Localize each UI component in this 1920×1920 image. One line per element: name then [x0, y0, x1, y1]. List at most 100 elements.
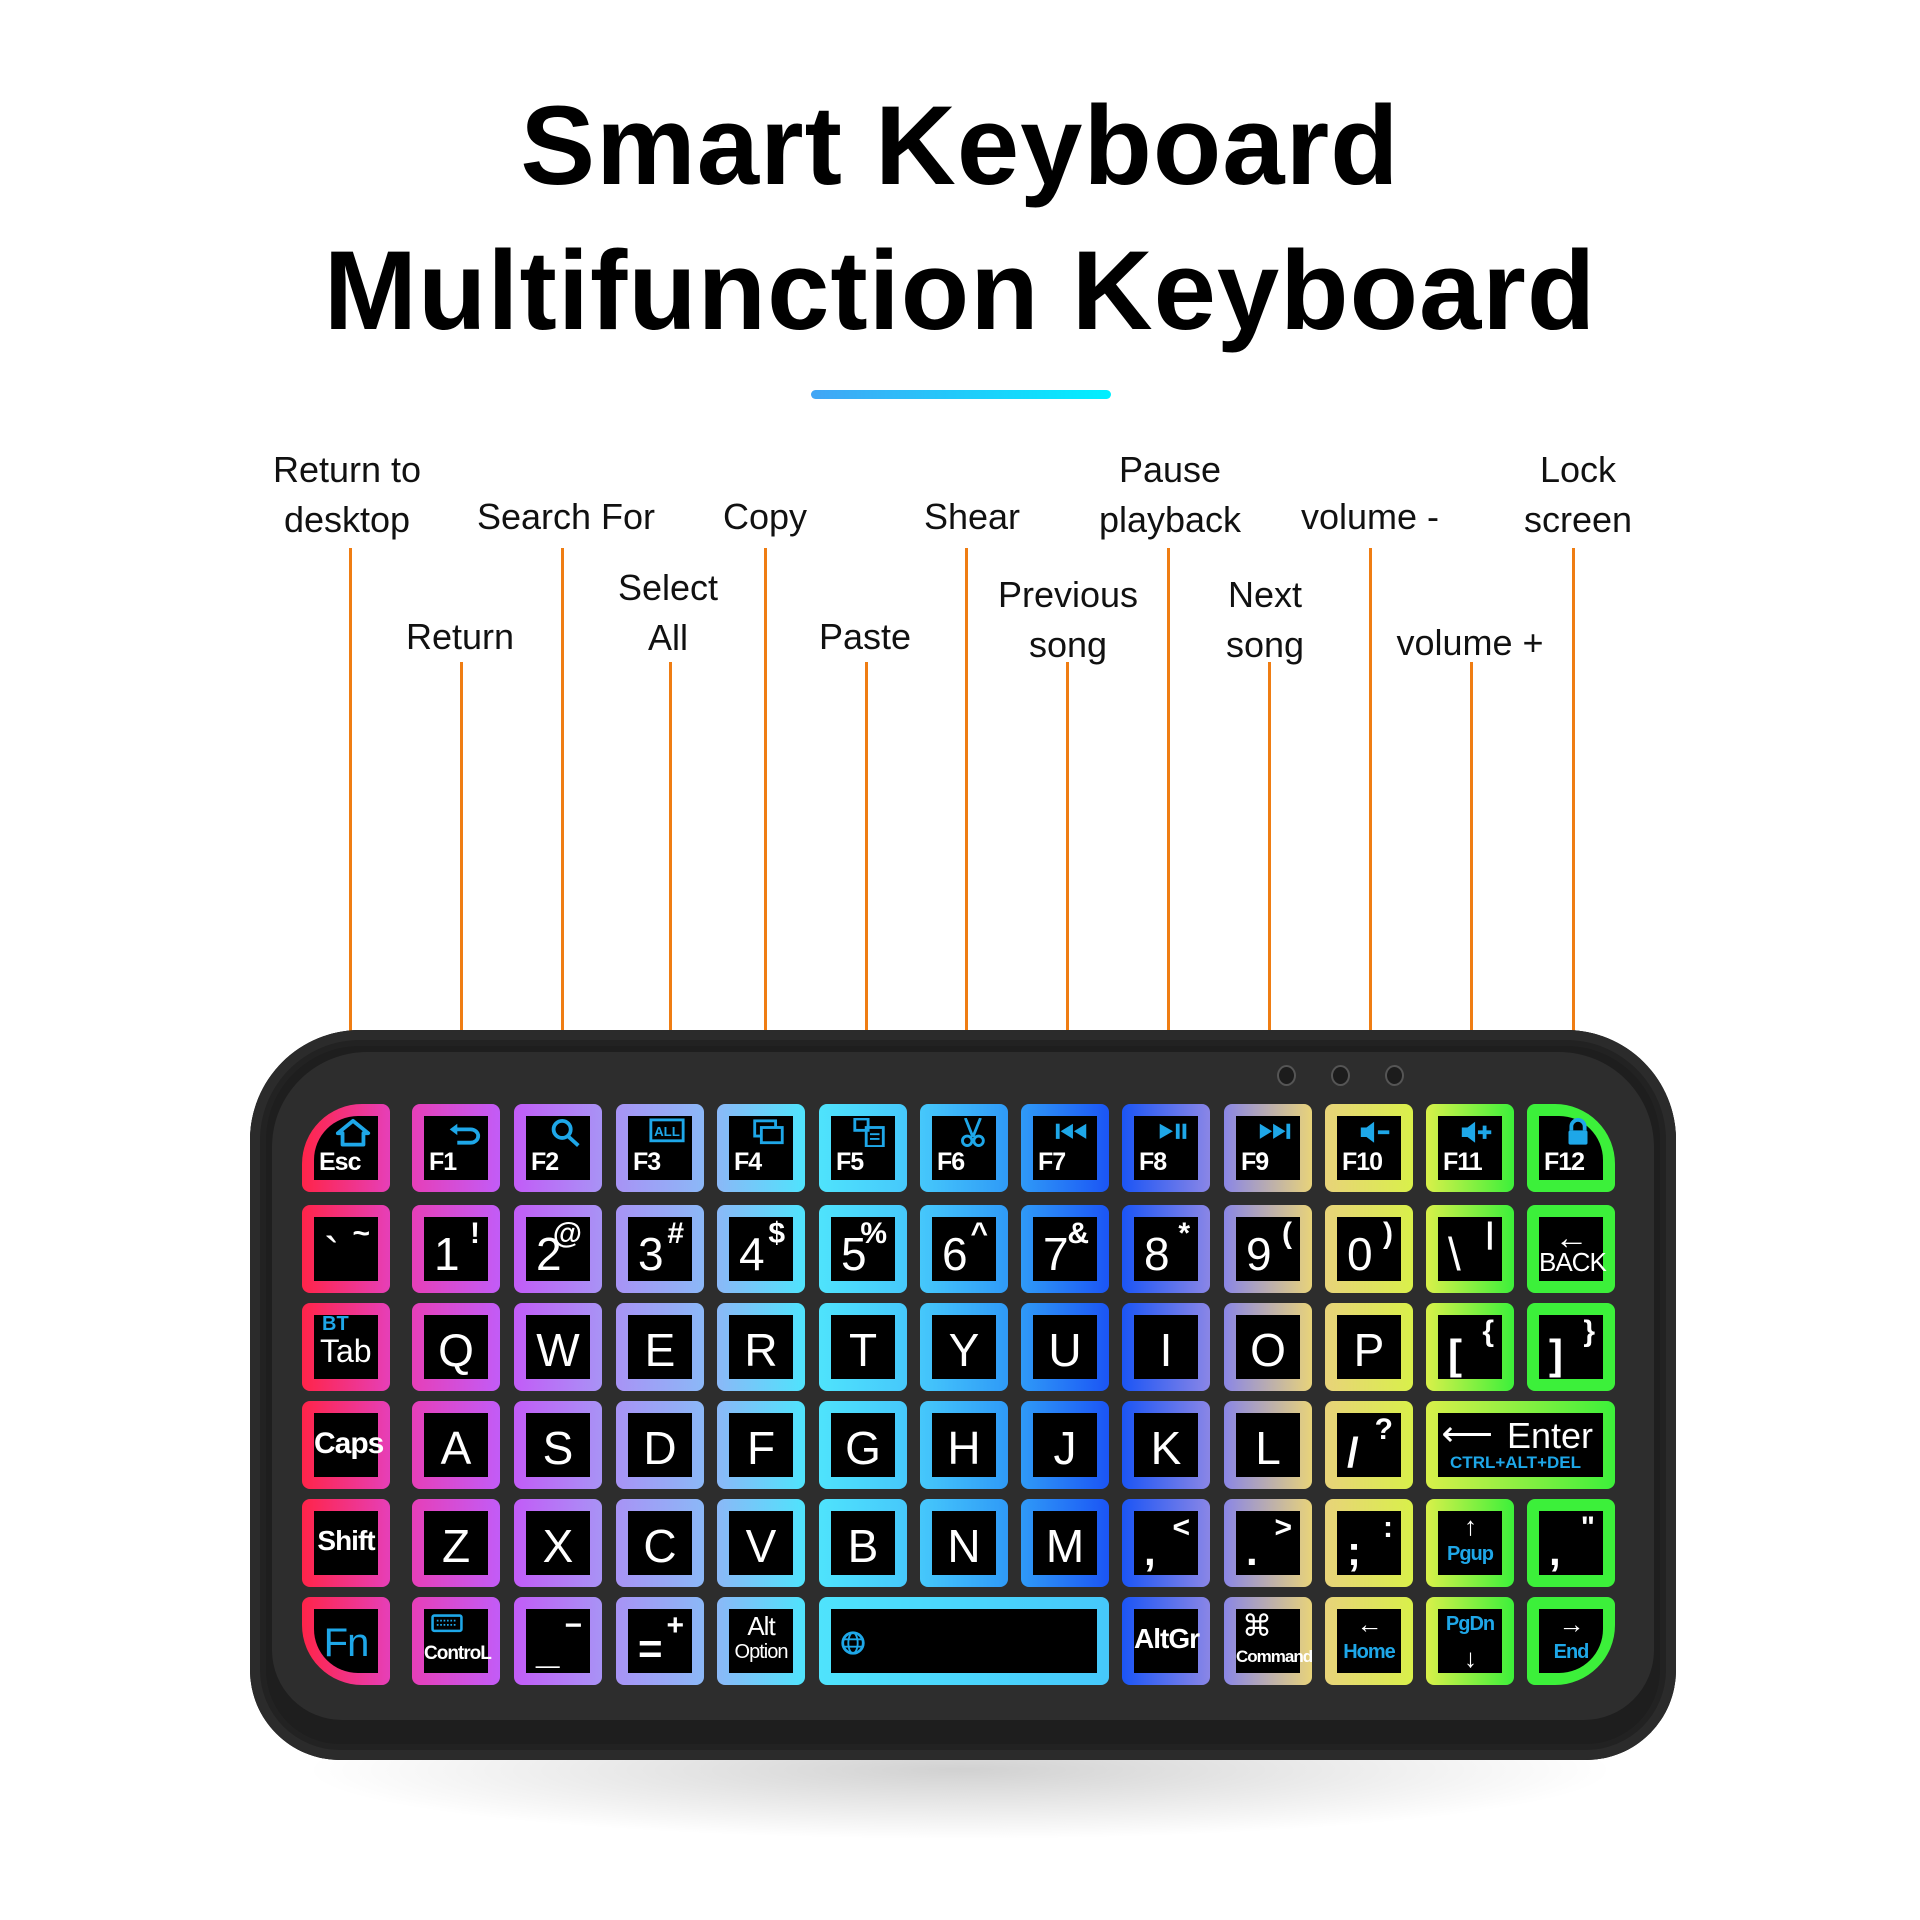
- key-home-row[interactable]: L: [1224, 1401, 1312, 1489]
- key-bottom-row[interactable]: C: [616, 1499, 704, 1587]
- key-bottom-row[interactable]: Shift: [302, 1499, 390, 1587]
- key-home-row[interactable]: D: [616, 1401, 704, 1489]
- key-cap: ↑ Pgup: [1438, 1511, 1502, 1575]
- key-home-row[interactable]: J: [1021, 1401, 1109, 1489]
- key-home-row[interactable]: G: [819, 1401, 907, 1489]
- key-home-row[interactable]: ⟵ Enter CTRL+ALT+DEL: [1426, 1401, 1615, 1489]
- key-shift-label: |: [1485, 1217, 1494, 1250]
- key-top-row[interactable]: P: [1325, 1303, 1413, 1391]
- key-f9[interactable]: F9: [1224, 1104, 1312, 1192]
- key-home-row[interactable]: A: [412, 1401, 500, 1489]
- key-home-row[interactable]: Caps: [302, 1401, 390, 1489]
- callout-label: Next song: [1226, 570, 1304, 670]
- key-cap: Alt Option: [729, 1609, 793, 1673]
- key-modifier-row[interactable]: AltGr: [1122, 1597, 1210, 1685]
- key-bottom-row[interactable]: ↑ Pgup: [1426, 1499, 1514, 1587]
- callout-text-line: Return: [405, 616, 515, 657]
- callout-text-line: volume -: [1300, 496, 1440, 537]
- key-home-row[interactable]: /?: [1325, 1401, 1413, 1489]
- key-number-row[interactable]: 6 ^: [920, 1205, 1008, 1293]
- key-number-row[interactable]: 3 #: [616, 1205, 704, 1293]
- key-home-row[interactable]: H: [920, 1401, 1008, 1489]
- key-home-row[interactable]: K: [1122, 1401, 1210, 1489]
- key-primary-label: 7: [1043, 1228, 1069, 1280]
- key-modifier-row[interactable]: _ −: [514, 1597, 602, 1685]
- key-bottom-row[interactable]: Z: [412, 1499, 500, 1587]
- key-f2[interactable]: F2: [514, 1104, 602, 1192]
- key-bottom-row[interactable]: N: [920, 1499, 1008, 1587]
- scissors-icon: [952, 1117, 990, 1148]
- key-number-row[interactable]: ← BACK: [1527, 1205, 1615, 1293]
- key-modifier-row[interactable]: [819, 1597, 1109, 1685]
- key-number-row[interactable]: 5%: [819, 1205, 907, 1293]
- arrow-icon: ↑: [1464, 1511, 1477, 1541]
- key-home-row[interactable]: S: [514, 1401, 602, 1489]
- key-f6[interactable]: F6: [920, 1104, 1008, 1192]
- key-cap: ⌘ Command: [1236, 1609, 1313, 1673]
- key-cap: 7 &: [1033, 1217, 1097, 1281]
- key-modifier-row[interactable]: ← Home: [1325, 1597, 1413, 1685]
- key-label: N: [947, 1520, 981, 1572]
- key-modifier-row[interactable]: Alt Option: [717, 1597, 805, 1685]
- key-top-row[interactable]: Q: [412, 1303, 500, 1391]
- key-label: L: [1255, 1422, 1281, 1474]
- key-top-row[interactable]: Y: [920, 1303, 1008, 1391]
- key-top-row[interactable]: BT Tab: [302, 1303, 390, 1391]
- key-shift-label: &: [1067, 1217, 1089, 1250]
- key-top-row[interactable]: ]}: [1527, 1303, 1615, 1391]
- key-shift-label: −: [564, 1609, 582, 1642]
- key-top-row[interactable]: W: [514, 1303, 602, 1391]
- key-number-row[interactable]: 1!: [412, 1205, 500, 1293]
- key-bottom-row[interactable]: ;:: [1325, 1499, 1413, 1587]
- key-bottom-row[interactable]: . >: [1224, 1499, 1312, 1587]
- key-top-row[interactable]: E: [616, 1303, 704, 1391]
- key-top-row[interactable]: U: [1021, 1303, 1109, 1391]
- key-cap: T: [831, 1315, 895, 1379]
- key-modifier-row[interactable]: = +: [616, 1597, 704, 1685]
- key-f5[interactable]: F5: [819, 1104, 907, 1192]
- key-number-row[interactable]: 7 &: [1021, 1205, 1109, 1293]
- key-number-row[interactable]: 9(: [1224, 1205, 1312, 1293]
- key-modifier-row[interactable]: ⌘ Command: [1224, 1597, 1313, 1685]
- key-label: Caps: [314, 1427, 384, 1460]
- key-modifier-row[interactable]: ↓ PgDn: [1426, 1597, 1514, 1685]
- key-bottom-row[interactable]: , <: [1122, 1499, 1210, 1587]
- key-bottom-row[interactable]: B: [819, 1499, 907, 1587]
- key-f1[interactable]: F1: [412, 1104, 500, 1192]
- key-bottom-row[interactable]: V: [717, 1499, 805, 1587]
- key-f11[interactable]: F11: [1426, 1104, 1514, 1192]
- key-f4[interactable]: F4: [717, 1104, 805, 1192]
- key-top-row[interactable]: [{: [1426, 1303, 1514, 1391]
- key-number-row[interactable]: 4 $: [717, 1205, 805, 1293]
- key-primary-label: ,: [1549, 1527, 1561, 1574]
- key-cap: L: [1236, 1413, 1300, 1477]
- key-number-row[interactable]: 0): [1325, 1205, 1413, 1293]
- key-f8[interactable]: F8: [1122, 1104, 1210, 1192]
- key-bottom-row[interactable]: X: [514, 1499, 602, 1587]
- key-modifier-row[interactable]: ControL: [412, 1597, 500, 1685]
- globe-icon: [839, 1629, 867, 1657]
- key-bottom-row[interactable]: M: [1021, 1499, 1109, 1587]
- key-label: C: [643, 1520, 677, 1572]
- key-cap: 2 @: [526, 1217, 590, 1281]
- key-shift-label: ^: [970, 1217, 988, 1250]
- key-number-row[interactable]: 2 @: [514, 1205, 602, 1293]
- callout-text-line: Select: [617, 567, 719, 608]
- key-fn-label: End: [1553, 1641, 1590, 1663]
- key-top-row[interactable]: R: [717, 1303, 805, 1391]
- key-cap: ;:: [1337, 1511, 1401, 1575]
- key-top-row[interactable]: I: [1122, 1303, 1210, 1391]
- key-top-row[interactable]: O: [1224, 1303, 1312, 1391]
- key-number-row[interactable]: ` ~: [302, 1205, 390, 1293]
- key-label: E: [644, 1324, 676, 1376]
- key-number-row[interactable]: 8 *: [1122, 1205, 1210, 1293]
- key-number-row[interactable]: \ |: [1426, 1205, 1514, 1293]
- key-f3[interactable]: ALL F3: [616, 1104, 704, 1192]
- key-home-row[interactable]: F: [717, 1401, 805, 1489]
- key-f10[interactable]: F10: [1325, 1104, 1413, 1192]
- key-top-row[interactable]: T: [819, 1303, 907, 1391]
- key-f7[interactable]: F7: [1021, 1104, 1109, 1192]
- key-cap: Q: [424, 1315, 488, 1379]
- key-bottom-row[interactable]: , ": [1527, 1499, 1615, 1587]
- key-primary-label: ;: [1347, 1527, 1361, 1574]
